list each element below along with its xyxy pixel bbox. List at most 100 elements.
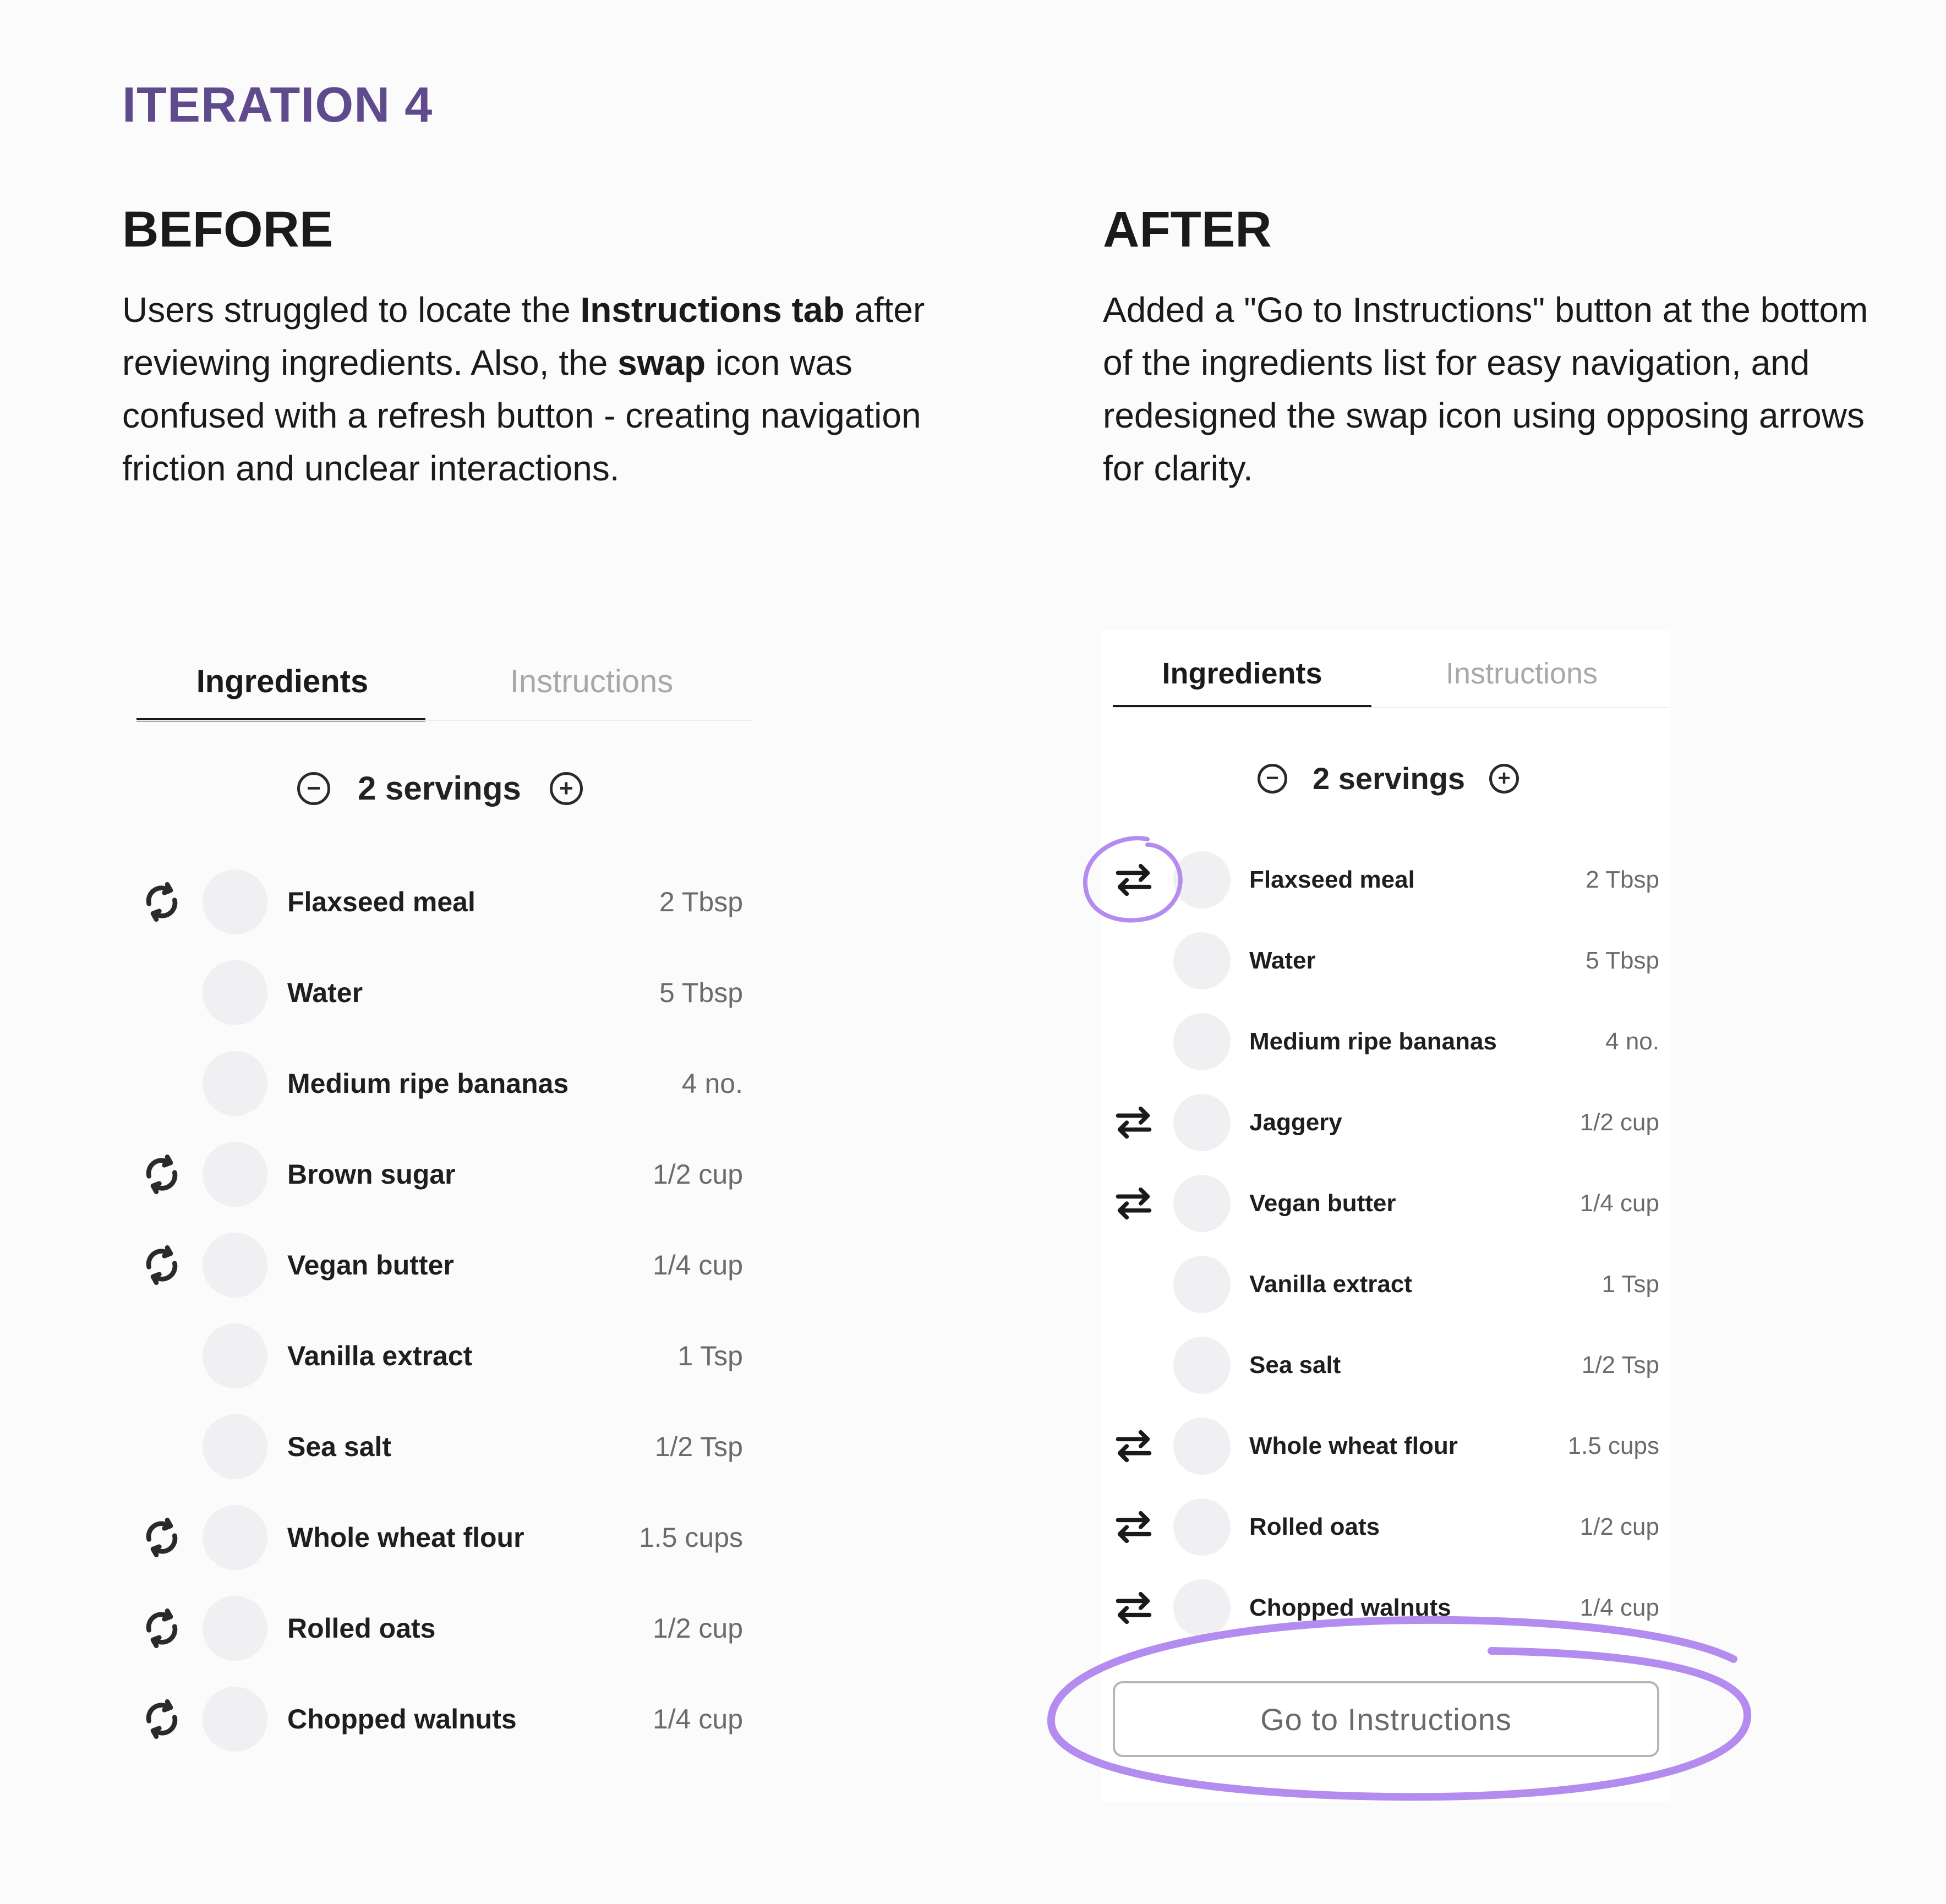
ingredient-image xyxy=(1173,932,1231,989)
ingredient-row: Sea salt 1/2 Tsp xyxy=(127,1414,765,1479)
swap-icon[interactable] xyxy=(1113,1506,1155,1548)
tab-instructions[interactable]: Instructions xyxy=(446,663,737,700)
tab-ingredients[interactable]: Ingredients xyxy=(1113,656,1371,691)
swap-icon[interactable] xyxy=(140,1515,184,1560)
ingredient-quantity: 5 Tbsp xyxy=(1586,946,1659,974)
ingredient-row: Vegan butter 1/4 cup xyxy=(127,1233,765,1298)
ingredient-name: Flaxseed meal xyxy=(1249,866,1415,893)
ingredient-quantity: 1/2 cup xyxy=(652,1159,743,1190)
go-to-instructions-button[interactable]: Go to Instructions xyxy=(1113,1681,1659,1757)
ingredient-quantity: 4 no. xyxy=(681,1068,743,1099)
servings-control: − 2 servings + xyxy=(1258,760,1519,796)
ingredient-row: Chopped walnuts 1/4 cup xyxy=(1101,1579,1670,1637)
ingredient-quantity: 1/2 cup xyxy=(652,1613,743,1644)
ingredient-quantity: 1/4 cup xyxy=(1579,1189,1659,1217)
ingredient-quantity: 1/4 cup xyxy=(652,1250,743,1281)
ingredient-row: Water 5 Tbsp xyxy=(127,960,765,1025)
ingredient-name: Whole wheat flour xyxy=(287,1522,524,1553)
after-description: Added a "Go to Instructions" button at t… xyxy=(1103,290,1868,488)
servings-control: − 2 servings + xyxy=(297,769,583,807)
ingredient-row: Whole wheat flour 1.5 cups xyxy=(127,1505,765,1570)
ingredient-row: Jaggery 1/2 cup xyxy=(1101,1094,1670,1151)
before-text-1: Users struggled to locate the xyxy=(122,290,581,330)
ingredient-row: Whole wheat flour 1.5 cups xyxy=(1101,1418,1670,1475)
after-heading: AFTER xyxy=(1103,201,1272,258)
servings-label: 2 servings xyxy=(1313,761,1466,796)
ingredient-row: Water 5 Tbsp xyxy=(1101,932,1670,989)
ingredient-quantity: 1/4 cup xyxy=(652,1704,743,1735)
ingredient-quantity: 1/2 Tsp xyxy=(654,1431,743,1463)
before-description: Users struggled to locate the Instructio… xyxy=(122,283,948,495)
increase-servings-button[interactable]: + xyxy=(549,772,583,805)
ingredient-row: Sea salt 1/2 Tsp xyxy=(1101,1337,1670,1394)
ingredient-image xyxy=(203,1505,267,1570)
ingredient-row: Flaxseed meal 2 Tbsp xyxy=(127,869,765,934)
ingredient-row: Medium ripe bananas 4 no. xyxy=(1101,1013,1670,1070)
servings-label: 2 servings xyxy=(358,770,521,807)
ingredient-image xyxy=(1173,1337,1231,1394)
ingredient-row: Vanilla extract 1 Tsp xyxy=(1101,1256,1670,1313)
ingredient-name: Vanilla extract xyxy=(1249,1270,1412,1298)
ingredient-name: Water xyxy=(287,977,363,1009)
ingredient-name: Water xyxy=(1249,946,1316,974)
ingredient-quantity: 1 Tsp xyxy=(1601,1270,1659,1298)
ingredient-name: Whole wheat flour xyxy=(1249,1432,1458,1459)
tab-divider xyxy=(136,720,753,721)
ingredient-quantity: 4 no. xyxy=(1605,1027,1659,1055)
swap-icon[interactable] xyxy=(140,1243,184,1287)
swap-icon[interactable] xyxy=(140,880,184,924)
ingredient-name: Medium ripe bananas xyxy=(1249,1027,1497,1055)
swap-icon[interactable] xyxy=(1113,1587,1155,1629)
ingredient-name: Vegan butter xyxy=(1249,1189,1396,1217)
swap-icon[interactable] xyxy=(140,1606,184,1650)
swap-icon[interactable] xyxy=(140,1697,184,1741)
before-text-instructions-tab: Instructions tab xyxy=(580,290,845,330)
ingredient-name: Rolled oats xyxy=(1249,1513,1380,1540)
ingredient-name: Rolled oats xyxy=(287,1613,436,1644)
ingredient-quantity: 1.5 cups xyxy=(638,1522,743,1553)
ingredient-name: Sea salt xyxy=(287,1431,392,1463)
swap-icon[interactable] xyxy=(1113,1183,1155,1224)
ingredient-quantity: 2 Tbsp xyxy=(659,887,743,918)
ingredient-image xyxy=(1173,1175,1231,1232)
ingredient-image xyxy=(1173,1498,1231,1556)
ingredient-row: Brown sugar 1/2 cup xyxy=(127,1142,765,1207)
ingredient-name: Chopped walnuts xyxy=(1249,1594,1451,1621)
ingredient-row: Rolled oats 1/2 cup xyxy=(1101,1498,1670,1556)
ingredient-quantity: 1/2 cup xyxy=(1579,1108,1659,1136)
before-heading: BEFORE xyxy=(122,201,334,258)
ingredient-name: Chopped walnuts xyxy=(287,1704,517,1735)
decrease-servings-button[interactable]: − xyxy=(1258,763,1287,794)
ingredient-row: Medium ripe bananas 4 no. xyxy=(127,1051,765,1116)
ingredient-name: Medium ripe bananas xyxy=(287,1068,569,1099)
ingredient-quantity: 1/4 cup xyxy=(1579,1594,1659,1621)
iteration-title: ITERATION 4 xyxy=(122,78,433,133)
ingredient-image xyxy=(203,1414,267,1479)
swap-icon[interactable] xyxy=(140,1152,184,1196)
tab-instructions[interactable]: Instructions xyxy=(1387,656,1657,691)
ingredient-quantity: 1/2 cup xyxy=(1579,1513,1659,1540)
ingredient-image xyxy=(203,1687,267,1752)
ingredient-image xyxy=(1173,1256,1231,1313)
ingredient-name: Vegan butter xyxy=(287,1250,454,1281)
ingredient-name: Vanilla extract xyxy=(287,1341,473,1372)
ingredient-image xyxy=(203,869,267,934)
ingredient-name: Sea salt xyxy=(1249,1351,1341,1378)
swap-icon[interactable] xyxy=(1113,1425,1155,1467)
ingredient-quantity: 1.5 cups xyxy=(1567,1432,1659,1459)
ingredient-quantity: 2 Tbsp xyxy=(1586,866,1659,893)
ingredient-quantity: 1 Tsp xyxy=(677,1341,743,1372)
before-text-swap: swap xyxy=(617,343,706,382)
ingredient-image xyxy=(203,1142,267,1207)
ingredient-image xyxy=(203,1233,267,1298)
ingredient-image xyxy=(1173,1579,1231,1637)
decrease-servings-button[interactable]: − xyxy=(297,772,330,805)
tab-divider xyxy=(1113,707,1669,708)
swap-icon[interactable] xyxy=(1113,1102,1155,1144)
tab-ingredients[interactable]: Ingredients xyxy=(136,663,428,700)
after-panel: Ingredients Instructions − 2 servings + … xyxy=(1101,630,1670,1802)
increase-servings-button[interactable]: + xyxy=(1489,763,1519,794)
ingredient-name: Flaxseed meal xyxy=(287,887,475,918)
ingredient-image xyxy=(1173,851,1231,909)
swap-icon[interactable] xyxy=(1113,859,1155,901)
